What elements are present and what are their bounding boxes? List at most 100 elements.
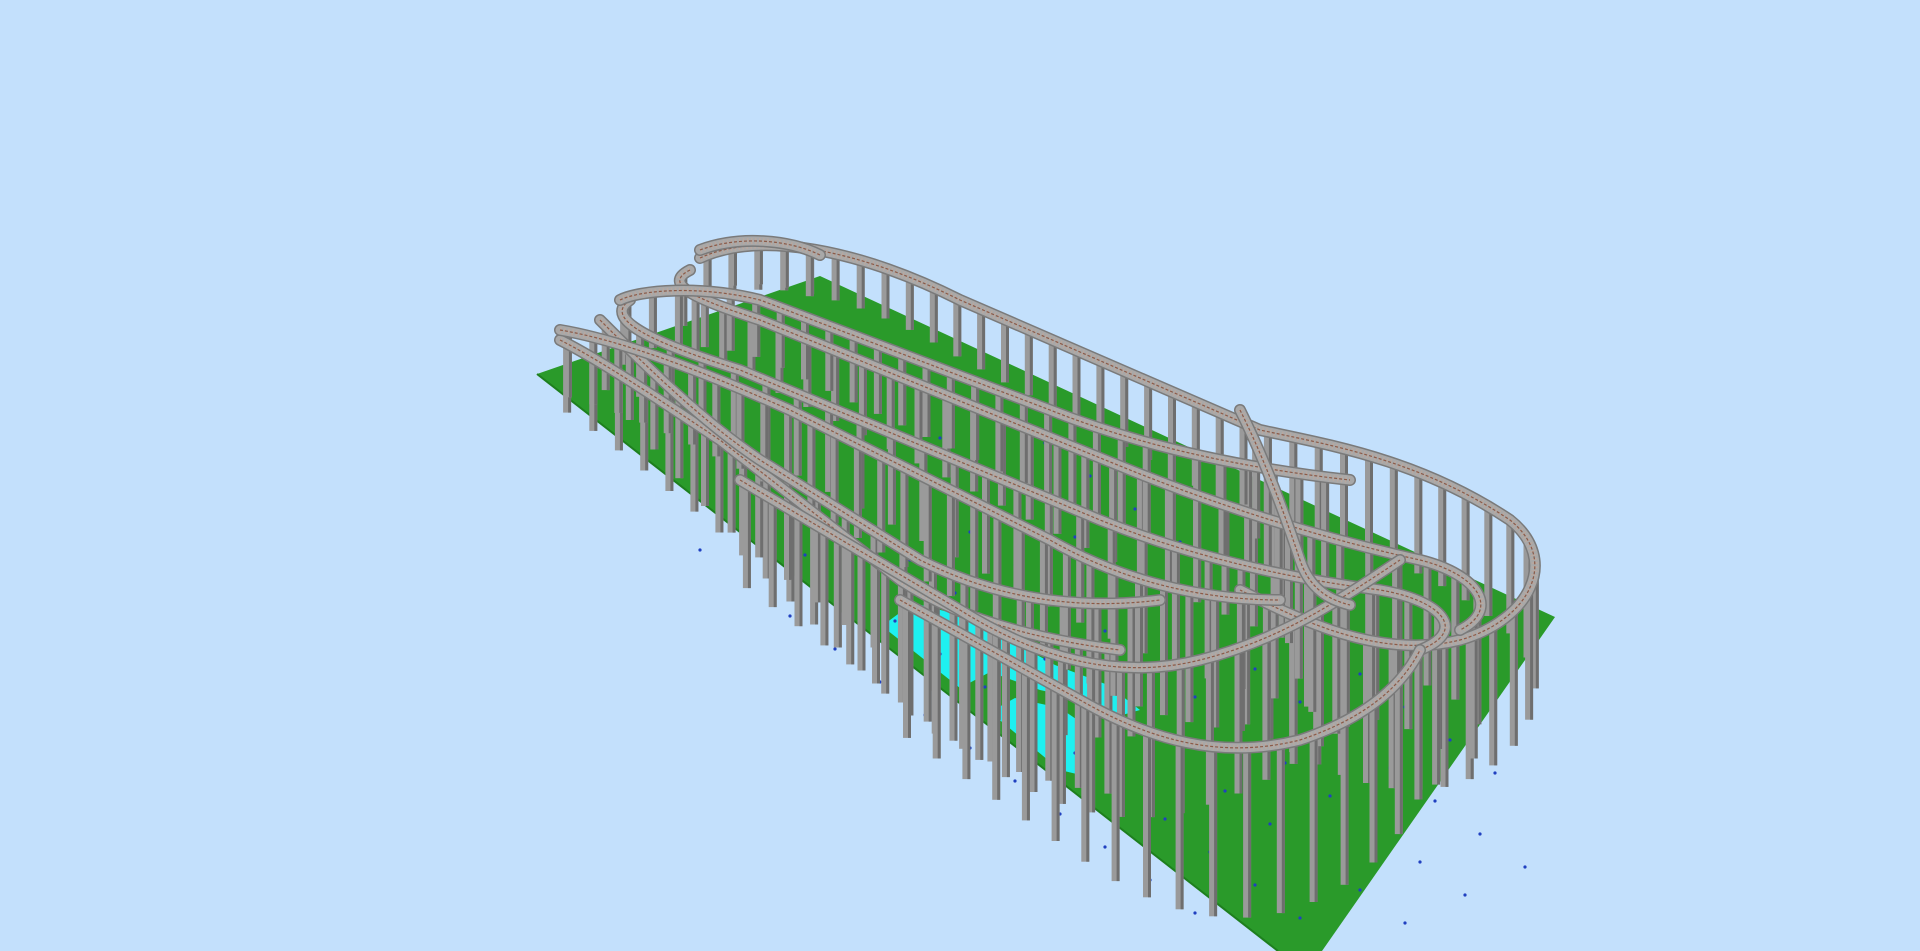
support-pier-shade: [1397, 565, 1401, 687]
support-pier-shade: [1247, 596, 1251, 725]
support-pier-shade: [892, 436, 896, 525]
marker-dot: [1103, 629, 1107, 633]
support-pier-shade: [903, 356, 907, 426]
marker-dot: [803, 553, 807, 557]
support-pier-shade: [836, 256, 840, 301]
support-pier-shade: [982, 312, 986, 370]
marker-dot: [1133, 507, 1137, 511]
support-pier-shade: [1326, 480, 1330, 580]
support-pier-shade: [594, 340, 598, 405]
support-pier-shade: [975, 505, 979, 611]
support-pier-shade: [720, 442, 724, 533]
support-pier-shade: [655, 376, 659, 450]
marker-dot: [1013, 779, 1017, 783]
support-pier-shade: [886, 271, 890, 319]
marker-dot: [938, 436, 942, 440]
marker-dot: [1433, 799, 1437, 803]
layout-3d-scene[interactable]: [0, 0, 1920, 951]
marker-dot: [1358, 672, 1362, 676]
support-pier-shade: [1346, 598, 1350, 727]
marker-dot: [1298, 916, 1302, 920]
support-pier-shade: [1058, 443, 1062, 534]
support-pier-shade: [1077, 353, 1081, 422]
support-pier-shade: [1313, 586, 1317, 712]
support-pier-shade: [830, 329, 834, 391]
support-pier-shade: [854, 338, 858, 403]
support-pier-shade: [1419, 656, 1423, 800]
marker-dot: [1448, 738, 1452, 742]
support-pier-shade: [998, 516, 1002, 626]
marker-dot: [1193, 911, 1197, 915]
support-pier-shade: [862, 553, 866, 671]
support-pier-shade: [861, 263, 865, 309]
marker-dot: [1493, 771, 1497, 775]
support-pier-shade: [1030, 432, 1034, 520]
support-pier-shade: [1248, 750, 1252, 918]
marker-dot: [1403, 921, 1407, 925]
support-pier-shade: [1337, 603, 1341, 734]
support-pier-shade: [1214, 749, 1218, 917]
support-pier-shade: [1514, 613, 1518, 746]
support-pier-shade: [1148, 734, 1151, 898]
support-pier-shade: [1062, 659, 1066, 804]
marker-dot: [1328, 794, 1332, 798]
support-pier-shade: [955, 462, 959, 558]
support-pier-shade: [1067, 552, 1071, 670]
support-pier-shade: [1428, 565, 1432, 686]
support-pier-shade: [1437, 644, 1441, 785]
support-pier-shade: [1049, 412, 1053, 495]
support-pier-shade: [1092, 666, 1096, 813]
support-pier-shade: [1370, 458, 1373, 553]
support-pier-shade: [1122, 438, 1126, 527]
support-pier-shade: [951, 375, 955, 449]
support-pier-shade: [679, 293, 683, 347]
support-pier-shade: [1314, 738, 1318, 902]
support-pier-shade: [1053, 343, 1057, 409]
support-pier-shade: [1073, 421, 1077, 507]
marker-dot: [1103, 845, 1107, 849]
support-pier-shade: [785, 246, 789, 288]
support-pier-shade: [886, 571, 890, 694]
support-pier-shade: [1006, 322, 1009, 383]
support-pier-shade: [1399, 683, 1403, 835]
support-pier-shade: [806, 320, 809, 380]
support-pier-shade: [878, 347, 882, 414]
support-pier-shade: [1394, 466, 1398, 563]
3d-viewport[interactable]: [0, 0, 1920, 951]
support-pier-shade: [1056, 689, 1060, 841]
marker-dot: [1253, 883, 1257, 887]
support-pier-shade: [1086, 706, 1090, 862]
support-pier-shade: [1198, 457, 1202, 552]
support-pier-shade: [1494, 628, 1498, 766]
marker-dot: [1163, 817, 1167, 821]
marker-dot: [1418, 860, 1422, 864]
support-pier-shade: [1374, 706, 1378, 863]
support-pier-shade: [937, 623, 941, 759]
support-pier-shade: [1000, 393, 1004, 472]
support-pier-shade: [934, 290, 938, 343]
support-pier-shade: [1026, 672, 1030, 821]
support-pier-shade: [1474, 623, 1478, 759]
support-pier-shade: [976, 384, 980, 460]
support-pier-shade: [967, 639, 971, 780]
support-pier-shade: [838, 534, 842, 648]
support-pier-shade: [1021, 528, 1025, 640]
support-pier-shade: [1176, 549, 1180, 667]
marker-dot: [1268, 822, 1272, 826]
support-pier-shade: [773, 502, 777, 608]
support-pier-shade: [668, 363, 672, 434]
marker-dot: [698, 548, 702, 552]
marker-dot: [833, 647, 837, 651]
support-pier-shade: [1445, 646, 1449, 787]
support-pier-shade: [810, 253, 814, 297]
support-pier-shade: [696, 298, 700, 353]
support-pier-shade: [1151, 670, 1155, 818]
marker-dot: [893, 619, 897, 623]
support-pier-shade: [781, 310, 785, 368]
marker-dot: [1193, 695, 1197, 699]
support-pier-shade: [1489, 509, 1493, 616]
support-pier-shade: [877, 563, 880, 684]
support-pier-shade: [958, 301, 962, 357]
support-pier-shade: [861, 423, 865, 509]
marker-dot: [1358, 888, 1362, 892]
